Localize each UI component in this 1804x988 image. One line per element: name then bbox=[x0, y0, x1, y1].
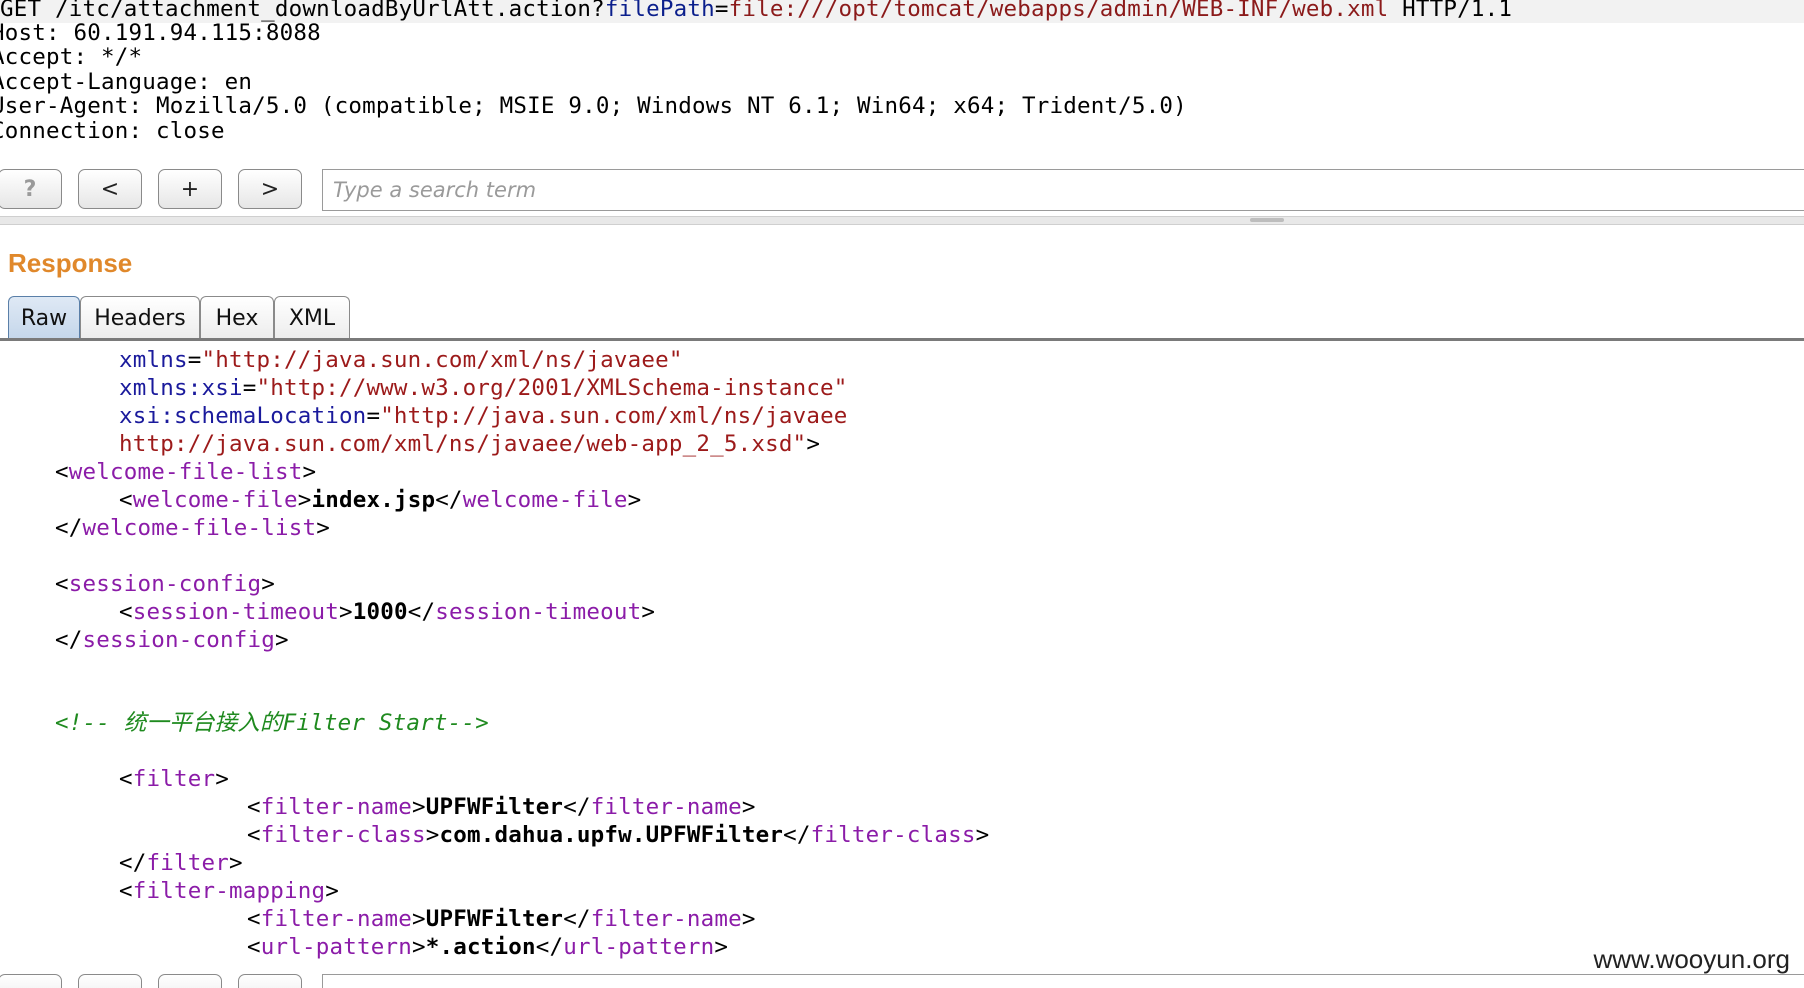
xml-tag: session-config bbox=[82, 627, 275, 653]
tab-xml[interactable]: XML bbox=[274, 296, 350, 340]
code-line: <session-config> bbox=[55, 571, 275, 597]
header-user-agent: User-Agent: Mozilla/5.0 (compatible; MSI… bbox=[0, 93, 1187, 119]
xml-tag: welcome-file-list bbox=[82, 515, 317, 541]
code-line: <session-timeout>1000</session-timeout> bbox=[119, 599, 656, 625]
xml-text: UPFWFilter bbox=[425, 794, 564, 820]
xml-comment: <!-- 统一平台接入的Filter Start--> bbox=[55, 710, 489, 736]
request-param-eq: = bbox=[714, 0, 729, 22]
tab-raw[interactable]: Raw bbox=[8, 296, 80, 340]
header-accept: Accept: */* bbox=[0, 44, 143, 70]
code-line: <url-pattern>*.action</url-pattern> bbox=[247, 934, 729, 960]
request-param-name: filePath bbox=[604, 0, 715, 22]
xml-tag: filter-mapping bbox=[132, 878, 326, 904]
code-line: <welcome-file>index.jsp</welcome-file> bbox=[119, 487, 642, 513]
code-line: http://java.sun.com/xml/ns/javaee/web-ap… bbox=[0, 430, 820, 458]
next-button[interactable]: > bbox=[238, 169, 302, 209]
xml-tag: welcome-file-list bbox=[68, 459, 303, 485]
xml-tag: filter-class bbox=[260, 822, 426, 848]
next-button-bottom[interactable] bbox=[238, 974, 302, 988]
previous-button[interactable]: < bbox=[78, 169, 142, 209]
xml-tag: session-timeout bbox=[435, 599, 642, 625]
code-line: </session-config> bbox=[55, 627, 289, 653]
xml-text: 1000 bbox=[352, 599, 408, 625]
xml-tag: filter-name bbox=[260, 906, 412, 932]
code-line: <filter-name>UPFWFilter</filter-name> bbox=[247, 906, 756, 932]
xml-tag: filter-name bbox=[260, 794, 412, 820]
search-input[interactable]: Type a search term bbox=[322, 169, 1804, 211]
tabs-underline bbox=[0, 338, 1804, 341]
code-line: <filter> bbox=[119, 766, 229, 792]
xml-attribute-value: "http://java.sun.com/xml/ns/javaee" bbox=[201, 347, 683, 373]
code-line: </welcome-file-list> bbox=[55, 515, 330, 541]
help-button[interactable]: ? bbox=[0, 169, 62, 209]
xml-attribute: xsi:schemaLocation bbox=[119, 403, 367, 429]
watermark: www.wooyun.org bbox=[1593, 944, 1790, 974]
request-protocol: HTTP/1.1 bbox=[1388, 0, 1513, 22]
xml-attribute: xmlns bbox=[119, 347, 188, 373]
request-search-toolbar: ? < + > Type a search term bbox=[0, 167, 1804, 213]
xml-attribute-value: http://java.sun.com/xml/ns/javaee/web-ap… bbox=[119, 431, 807, 457]
help-button-bottom[interactable] bbox=[0, 974, 62, 988]
xml-tag: welcome-file bbox=[462, 487, 628, 513]
xml-bracket: > bbox=[806, 431, 821, 457]
code-line: <filter-class>com.dahua.upfw.UPFWFilter<… bbox=[247, 822, 990, 848]
response-search-toolbar bbox=[0, 972, 1804, 988]
add-button[interactable]: + bbox=[158, 169, 222, 209]
xml-attribute-value: "http://java.sun.com/xml/ns/javaee bbox=[380, 403, 848, 429]
code-line: xmlns:xsi="http://www.w3.org/2001/XMLSch… bbox=[119, 375, 848, 401]
tab-hex[interactable]: Hex bbox=[200, 296, 274, 340]
xml-text: UPFWFilter bbox=[425, 906, 564, 932]
code-line: xmlns="http://java.sun.com/xml/ns/javaee… bbox=[119, 347, 683, 373]
code-line: </filter> bbox=[119, 850, 243, 876]
code-line: xsi:schemaLocation="http://java.sun.com/… bbox=[119, 403, 848, 429]
add-button-bottom[interactable] bbox=[158, 974, 222, 988]
search-input-bottom[interactable] bbox=[322, 974, 1804, 988]
tab-headers[interactable]: Headers bbox=[80, 296, 200, 340]
code-line: <filter-name>UPFWFilter</filter-name> bbox=[247, 794, 756, 820]
xml-tag: filter-name bbox=[590, 794, 742, 820]
xml-tag: url-pattern bbox=[260, 934, 412, 960]
xml-text: *.action bbox=[425, 934, 536, 960]
xml-tag: filter bbox=[132, 766, 216, 792]
split-pane-divider[interactable] bbox=[0, 216, 1804, 225]
xml-tag: filter-class bbox=[810, 822, 976, 848]
xml-attribute-value: "http://www.w3.org/2001/XMLSchema-instan… bbox=[256, 375, 848, 401]
xml-text: index.jsp bbox=[311, 487, 436, 513]
code-line: <filter-mapping> bbox=[119, 878, 339, 904]
xml-tag: welcome-file bbox=[132, 487, 298, 513]
code-line: <welcome-file-list> bbox=[55, 459, 317, 485]
request-param-value: file:///opt/tomcat/webapps/admin/WEB-INF… bbox=[728, 0, 1389, 22]
xml-tag: filter-name bbox=[590, 906, 742, 932]
request-panel: GET /itc/attachment_downloadByUrlAtt.act… bbox=[0, 0, 1804, 165]
response-title: Response bbox=[8, 248, 133, 278]
xml-tag: session-timeout bbox=[132, 599, 339, 625]
response-body: xmlns="http://java.sun.com/xml/ns/javaee… bbox=[0, 344, 1804, 970]
previous-button-bottom[interactable] bbox=[78, 974, 142, 988]
xml-tag: session-config bbox=[68, 571, 262, 597]
header-connection: Connection: close bbox=[0, 118, 225, 144]
xml-tag: url-pattern bbox=[563, 934, 715, 960]
xml-attribute: xmlns:xsi bbox=[119, 375, 243, 401]
xml-text: com.dahua.upfw.UPFWFilter bbox=[439, 822, 784, 848]
divider-grip-icon[interactable] bbox=[1250, 218, 1284, 222]
xml-tag: filter bbox=[146, 850, 229, 876]
